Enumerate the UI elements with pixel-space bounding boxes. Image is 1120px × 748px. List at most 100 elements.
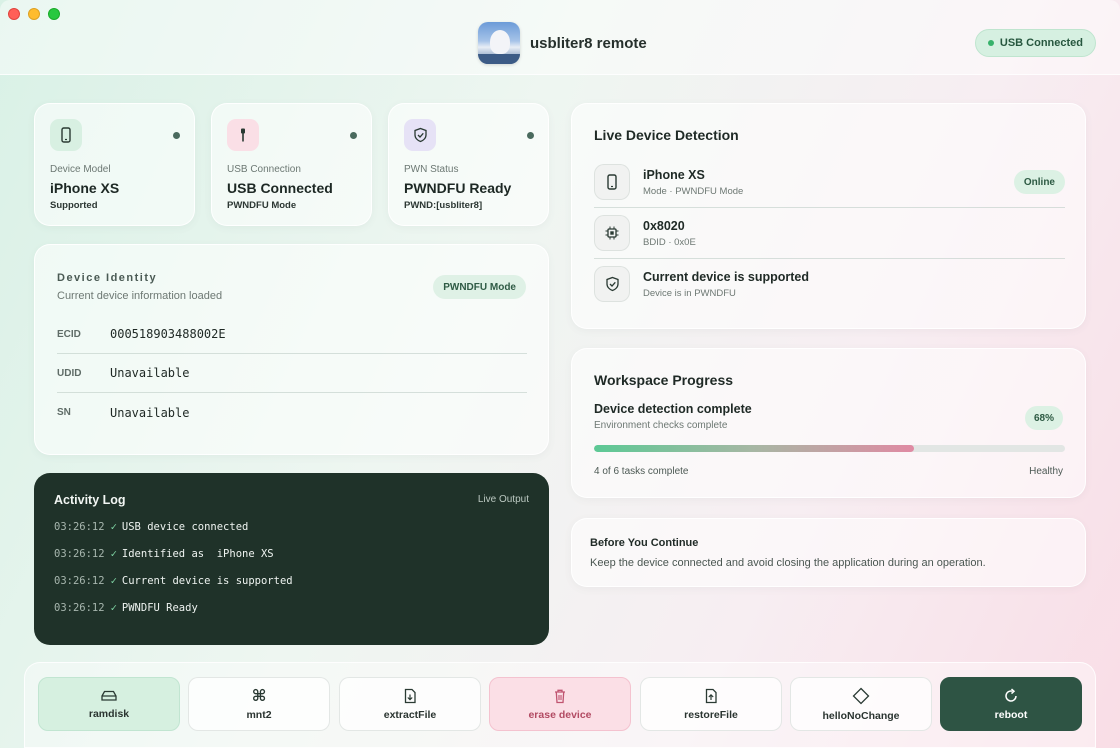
identity-value[interactable]: 000518903488002E: [110, 327, 226, 341]
check-icon: ✓: [110, 575, 117, 587]
log-message: Current device is supported: [121, 575, 293, 587]
status-dot: [173, 132, 180, 139]
phone-icon: [594, 164, 630, 200]
check-icon: ✓: [110, 548, 117, 560]
app-title: usbliter8 remote: [478, 22, 647, 64]
progress-bar: [594, 445, 1065, 452]
tasks-count: 4 of 6 tasks complete: [594, 466, 689, 477]
stat-label: Device Model: [50, 164, 111, 175]
online-badge: Online: [1013, 170, 1065, 194]
log-entry: 03:26:12 ✓ Identified as iPhone XS: [54, 548, 274, 560]
notice-body: Keep the device connected and avoid clos…: [590, 557, 986, 569]
title-bar: usbliter8 remote USB Connected: [0, 0, 1120, 75]
progress-heading: Device detection complete: [594, 402, 752, 416]
log-time: 03:26:12: [54, 575, 105, 587]
button-label: helloNoChange: [822, 709, 900, 722]
identity-value[interactable]: Unavailable: [110, 406, 189, 420]
chip-icon: [594, 215, 630, 251]
activity-log-panel[interactable]: Activity Log Live Output 03:26:12 ✓ USB de…: [34, 473, 549, 645]
identity-key: UDID: [57, 367, 82, 379]
log-time: 03:26:12: [54, 548, 105, 560]
detection-sub: Mode · PWNDFU Mode: [643, 186, 744, 197]
progress-fill: [594, 445, 915, 452]
zoom-window-button[interactable]: [48, 8, 60, 20]
notice-card: Before You Continue Keep the device conn…: [571, 518, 1086, 587]
app-avatar: [478, 22, 520, 64]
identity-row-ecid: ECID 000518903488002E: [57, 315, 527, 354]
live-detection-card: Live Device Detection iPhone XS Mode · P…: [571, 103, 1086, 329]
log-message: PWNDFU Ready: [121, 602, 198, 614]
log-time: 03:26:12: [54, 602, 105, 614]
restore-file-button[interactable]: restoreFile: [640, 677, 782, 731]
usb-status-badge: USB Connected: [974, 29, 1096, 57]
detection-title: 0x8020: [643, 219, 685, 233]
section-subtitle: Current device information loaded: [57, 290, 223, 302]
refresh-icon: [1005, 687, 1017, 702]
app-name: usbliter8 remote: [530, 34, 647, 52]
log-message: Identified as iPhone XS: [121, 548, 274, 560]
minimize-window-button[interactable]: [28, 8, 40, 20]
stat-card-usb-connection: USB Connection USB Connected PWNDFU Mode: [211, 103, 372, 226]
status-dot: [350, 132, 357, 139]
check-icon: ✓: [110, 521, 117, 533]
log-time: 03:26:12: [54, 521, 105, 533]
button-label: ramdisk: [88, 707, 130, 720]
usb-plug-icon: [227, 119, 259, 151]
detection-sub: BDID · 0x0E: [643, 237, 696, 248]
extract-file-button[interactable]: extractFile: [339, 677, 481, 731]
log-entry: 03:26:12 ✓ Current device is supported: [54, 575, 293, 587]
identity-value[interactable]: Unavailable: [110, 366, 189, 380]
erase-device-button[interactable]: erase device: [489, 677, 631, 731]
log-message: USB device connected: [121, 521, 249, 533]
stat-value: USB Connected: [227, 180, 333, 196]
close-window-button[interactable]: [8, 8, 20, 20]
detection-sub: Device is in PWNDFU: [643, 288, 736, 299]
status-dot: [527, 132, 534, 139]
stat-value: iPhone XS: [50, 180, 120, 196]
stat-card-device-model: Device Model iPhone XS Supported: [34, 103, 195, 226]
detection-title: iPhone XS: [643, 168, 705, 182]
progress-percent-badge: 68%: [1024, 406, 1063, 430]
health-status: Healthy: [1029, 466, 1063, 477]
stat-value: PWNDFU Ready: [404, 180, 512, 196]
reboot-button[interactable]: reboot: [940, 677, 1082, 731]
check-icon: ✓: [110, 602, 117, 614]
section-title: Live Device Detection: [594, 127, 739, 143]
drive-icon: [101, 690, 117, 701]
device-identity-card: Device Identity Current device informati…: [34, 244, 549, 455]
button-label: mnt2: [246, 708, 272, 721]
section-title: Workspace Progress: [594, 372, 734, 388]
log-entry: 03:26:12 ✓ PWNDFU Ready: [54, 602, 198, 614]
progress-subtitle: Environment checks complete: [594, 420, 728, 431]
diamond-icon: [852, 687, 870, 704]
detection-row-device: iPhone XS Mode · PWNDFU Mode Online: [594, 157, 1065, 208]
window-controls: [8, 8, 60, 20]
button-label: restoreFile: [684, 708, 738, 721]
live-output-label: Live Output: [477, 494, 529, 505]
workspace-progress-card: Workspace Progress Device detection comp…: [571, 348, 1086, 498]
log-entry: 03:26:12 ✓ USB device connected: [54, 521, 248, 533]
stat-sub: PWNDFU Mode: [227, 200, 297, 211]
hello-no-change-button[interactable]: helloNoChange: [790, 677, 932, 731]
detection-title: Current device is supported: [643, 270, 810, 284]
stat-card-pwn-status: PWN Status PWNDFU Ready PWND:[usbliter8]: [388, 103, 549, 226]
button-label: extractFile: [383, 708, 437, 721]
identity-row-udid: UDID Unavailable: [57, 354, 527, 393]
stat-label: USB Connection: [227, 164, 301, 175]
notice-title: Before You Continue: [590, 537, 699, 549]
ramdisk-button[interactable]: ramdisk: [38, 677, 180, 731]
log-title: Activity Log: [54, 493, 126, 507]
status-dot: [987, 40, 994, 46]
mnt2-button[interactable]: ⌘ mnt2: [188, 677, 330, 731]
detection-row-chip: 0x8020 BDID · 0x0E: [594, 208, 1065, 259]
identity-key: ECID: [57, 328, 81, 340]
stat-sub: PWND:[usbliter8]: [404, 200, 483, 211]
section-title: Device Identity: [57, 272, 158, 284]
button-label: erase device: [528, 708, 592, 721]
usb-status-label: USB Connected: [999, 37, 1083, 49]
command-icon: ⌘: [251, 685, 267, 705]
stat-label: PWN Status: [404, 164, 459, 175]
detection-row-support: Current device is supported Device is in…: [594, 259, 1065, 310]
shield-check-icon: [594, 266, 630, 302]
phone-icon: [50, 119, 82, 151]
